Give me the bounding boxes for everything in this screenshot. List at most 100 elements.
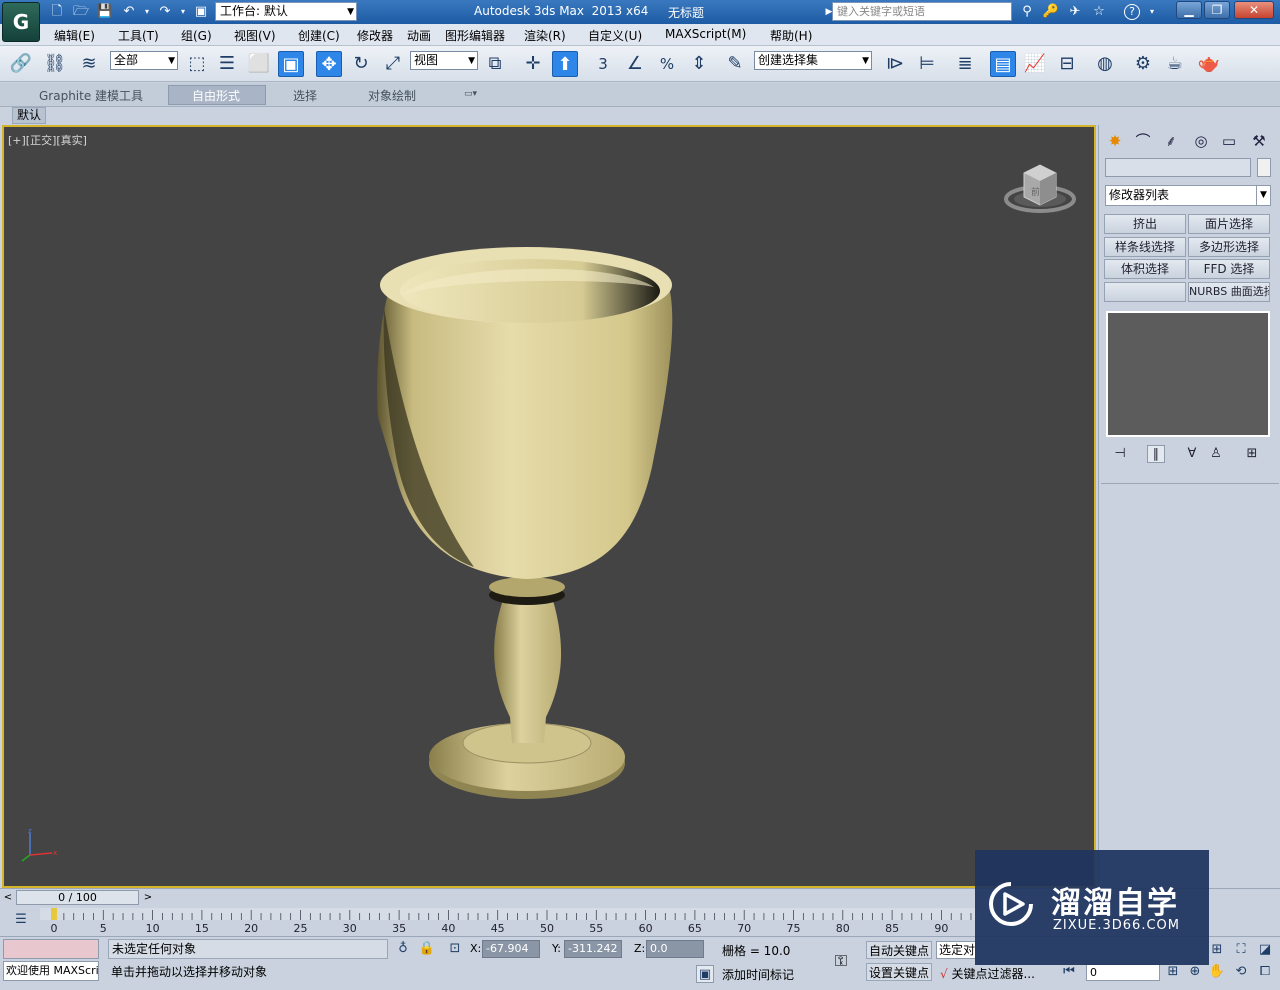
create-tab-icon[interactable]: ✸ bbox=[1103, 130, 1127, 152]
undo-icon[interactable]: ↶ bbox=[120, 3, 138, 21]
zoom-all-icon[interactable]: ⊞ bbox=[1208, 941, 1226, 959]
menu-tools[interactable]: 工具(T) bbox=[118, 27, 159, 44]
menu-help[interactable]: 帮助(H) bbox=[770, 27, 812, 44]
menu-edit[interactable]: 编辑(E) bbox=[54, 27, 95, 44]
render-setup-icon[interactable]: ⚙ bbox=[1130, 51, 1156, 77]
show-end-result-icon[interactable]: ∥ bbox=[1147, 445, 1165, 463]
select-and-link-icon[interactable]: 🔗 bbox=[8, 51, 34, 77]
schematic-view-icon[interactable]: ⊟ bbox=[1054, 51, 1080, 77]
application-menu-button[interactable]: G bbox=[2, 2, 40, 42]
rectangular-selection-icon[interactable]: ⬜ bbox=[246, 51, 272, 77]
zoom-extents-icon[interactable]: ⛶ bbox=[1232, 941, 1250, 959]
remove-modifier-icon[interactable]: ♙ bbox=[1207, 445, 1225, 463]
modify-tab-icon[interactable]: ⌒ bbox=[1131, 130, 1155, 152]
undo-dropdown-icon[interactable]: ▾ bbox=[138, 3, 156, 21]
menu-graph-editors[interactable]: 图形编辑器 bbox=[445, 27, 505, 44]
extrude-button[interactable]: 挤出 bbox=[1104, 214, 1186, 234]
tab-selection[interactable]: 选择 bbox=[293, 87, 317, 104]
time-slider-thumb[interactable]: 0 / 100 bbox=[16, 890, 139, 905]
menu-maxscript[interactable]: MAXScript(M) bbox=[665, 27, 746, 41]
spline-select-button[interactable]: 样条线选择 bbox=[1104, 237, 1186, 257]
help-icon[interactable]: ? bbox=[1124, 4, 1140, 20]
viewport-front[interactable]: [+][正交][真实] 前 z x bbox=[2, 125, 1096, 888]
unlink-icon[interactable]: ⛓ bbox=[42, 51, 68, 77]
display-tab-icon[interactable]: ▭ bbox=[1217, 130, 1241, 152]
add-time-tag-button[interactable]: 添加时间标记 bbox=[722, 966, 794, 983]
named-selection-dropdown[interactable]: 创建选择集 ▼ bbox=[754, 51, 872, 70]
auto-key-button[interactable]: 自动关键点 bbox=[866, 941, 932, 959]
select-manipulate-icon[interactable]: ✛ bbox=[520, 51, 546, 77]
pivot-center-icon[interactable]: ⧉ bbox=[482, 51, 508, 77]
field-of-view-icon[interactable]: ◪ bbox=[1256, 941, 1274, 959]
nurbs-surface-select-button[interactable]: NURBS 曲面选择 bbox=[1188, 282, 1270, 302]
next-frame-button[interactable]: > bbox=[142, 891, 154, 905]
set-keys-icon[interactable]: ⚿ bbox=[826, 951, 856, 973]
poly-select-button[interactable]: 多边形选择 bbox=[1188, 237, 1270, 257]
minimize-button[interactable]: ▁ bbox=[1176, 1, 1202, 19]
ribbon-options-icon[interactable]: ▭▾ bbox=[464, 89, 477, 99]
spinner-snap-icon[interactable]: ⇕ bbox=[686, 51, 712, 77]
menu-animation[interactable]: 动画 bbox=[407, 27, 431, 44]
communication-center-icon[interactable]: ✈ bbox=[1066, 3, 1084, 21]
align-icon[interactable]: ⊨ bbox=[914, 51, 940, 77]
select-and-move-icon[interactable]: ✥ bbox=[316, 51, 342, 77]
set-key-button[interactable]: 设置关键点 bbox=[866, 963, 932, 981]
window-crossing-icon[interactable]: ▣ bbox=[278, 51, 304, 77]
y-coordinate-field[interactable]: -311.242 bbox=[564, 940, 622, 958]
rendered-frame-window-icon[interactable]: ☕ bbox=[1162, 51, 1188, 77]
menu-group[interactable]: 组(G) bbox=[181, 27, 212, 44]
redo-dropdown-icon[interactable]: ▾ bbox=[174, 3, 192, 21]
pin-stack-icon[interactable]: ⊣ bbox=[1111, 445, 1129, 463]
menu-create[interactable]: 创建(C) bbox=[298, 27, 340, 44]
hierarchy-tab-icon[interactable]: ⸙ bbox=[1159, 130, 1183, 152]
viewport-label[interactable]: [+][正交][真实] bbox=[8, 132, 87, 148]
menu-customize[interactable]: 自定义(U) bbox=[588, 27, 642, 44]
utilities-tab-icon[interactable]: ⚒ bbox=[1247, 130, 1271, 152]
goblet-model[interactable] bbox=[364, 237, 694, 807]
isolate-selection-icon[interactable]: ♁ bbox=[394, 940, 412, 958]
maxscript-listener-mini[interactable] bbox=[3, 939, 99, 959]
key-mode-toggle-icon[interactable]: ⏮ bbox=[1060, 963, 1078, 981]
close-button[interactable]: ✕ bbox=[1234, 1, 1274, 19]
track-ruler[interactable]: 0 5 10 15 20 25 30 35 40 45 50 55 60 65 70 75 80 85 90 bbox=[40, 908, 980, 934]
viewcube[interactable]: 前 bbox=[1002, 157, 1078, 217]
modifier-stack[interactable] bbox=[1106, 311, 1270, 437]
render-production-icon[interactable]: 🫖 bbox=[1196, 51, 1222, 77]
prev-frame-button[interactable]: < bbox=[2, 891, 14, 905]
configure-modifier-sets-icon[interactable]: ⊞ bbox=[1243, 445, 1261, 463]
open-file-icon[interactable]: 🗁 bbox=[72, 3, 90, 21]
restore-button[interactable]: ❐ bbox=[1204, 1, 1230, 19]
new-file-icon[interactable]: 🗋 bbox=[48, 3, 66, 21]
time-config-icon[interactable]: ⊞ bbox=[1164, 963, 1182, 981]
current-frame-marker[interactable] bbox=[51, 908, 57, 920]
patch-select-button[interactable]: 面片选择 bbox=[1188, 214, 1270, 234]
curve-editor-icon[interactable]: 📈 bbox=[1022, 51, 1048, 77]
mirror-icon[interactable]: ⧐ bbox=[882, 51, 908, 77]
tab-object-paint[interactable]: 对象绘制 bbox=[368, 87, 416, 104]
selection-filter-dropdown[interactable]: 全部 ▼ bbox=[110, 51, 178, 70]
layer-manager-icon[interactable]: ≣ bbox=[952, 51, 978, 77]
key-filters-button[interactable]: √ 关键点过滤器... bbox=[940, 965, 1035, 982]
keyboard-shortcut-override-icon[interactable]: ⬆ bbox=[552, 51, 578, 77]
z-coordinate-field[interactable]: 0.0 bbox=[646, 940, 704, 958]
volume-select-button[interactable]: 体积选择 bbox=[1104, 259, 1186, 279]
percent-snap-icon[interactable]: % bbox=[654, 51, 680, 77]
pan-view-icon[interactable]: ✋ bbox=[1208, 963, 1226, 981]
favorites-star-icon[interactable]: ☆ bbox=[1090, 3, 1108, 21]
select-by-name-icon[interactable]: ☰ bbox=[214, 51, 240, 77]
object-color-swatch[interactable] bbox=[1257, 158, 1271, 177]
menu-views[interactable]: 视图(V) bbox=[234, 27, 276, 44]
select-object-icon[interactable]: ⬚ bbox=[184, 51, 210, 77]
welcome-message[interactable]: 欢迎使用 MAXScri bbox=[3, 961, 99, 981]
maximize-viewport-icon[interactable]: ⧠ bbox=[1256, 963, 1274, 981]
select-and-scale-icon[interactable]: ⤢ bbox=[380, 51, 406, 77]
selection-lock-icon[interactable]: 🔒 bbox=[418, 940, 436, 958]
bind-space-warp-icon[interactable]: ≋ bbox=[76, 51, 102, 77]
search-input[interactable]: 键入关键字或短语 bbox=[832, 2, 1012, 21]
tab-freeform[interactable]: 自由形式 bbox=[192, 87, 240, 104]
project-folder-icon[interactable]: ▣ bbox=[192, 3, 210, 21]
edit-named-selection-icon[interactable]: ✎ bbox=[722, 51, 748, 77]
graphite-toggle-icon[interactable]: ▤ bbox=[990, 51, 1016, 77]
menu-modifiers[interactable]: 修改器 bbox=[357, 27, 393, 44]
current-frame-field[interactable]: 0 bbox=[1086, 964, 1160, 981]
